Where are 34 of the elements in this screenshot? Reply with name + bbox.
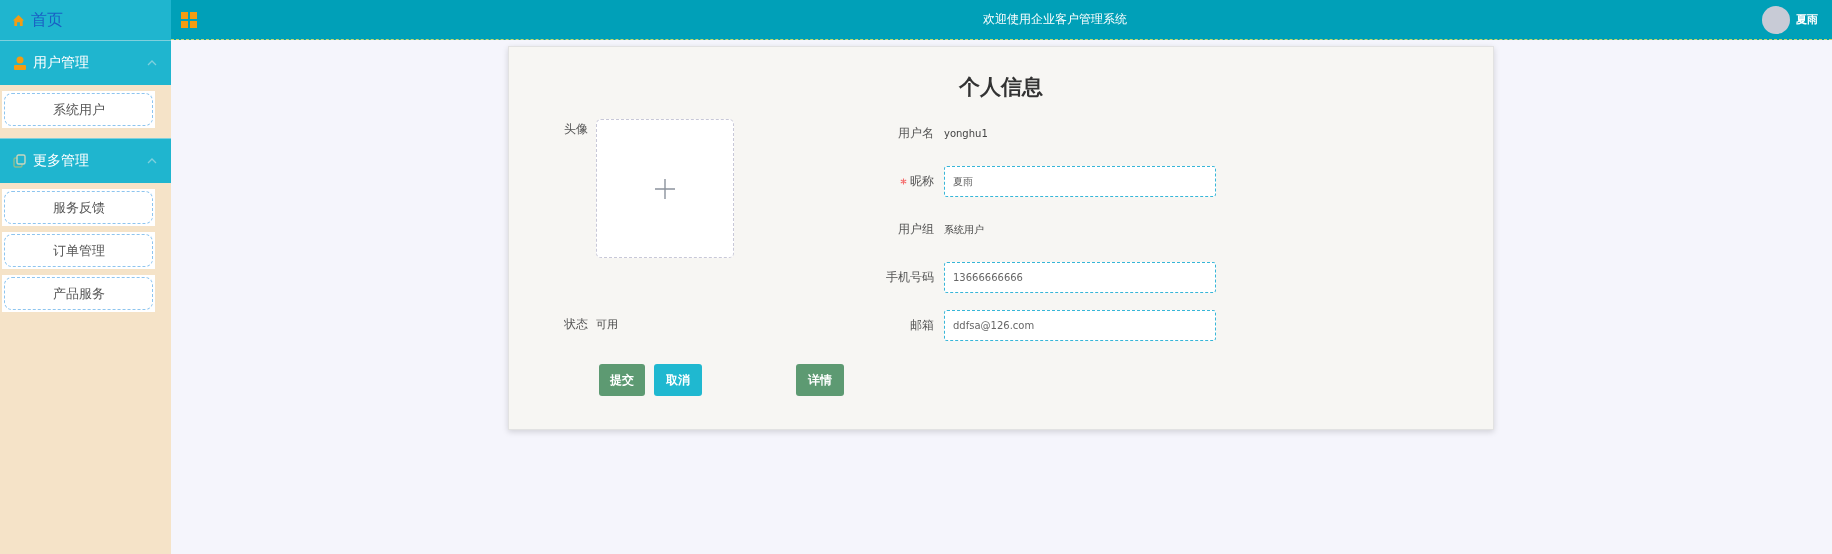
field-label: 手机号码: [886, 269, 934, 286]
field-label: 头像: [564, 121, 588, 138]
plus-icon: [655, 178, 675, 199]
grid-menu-icon: [181, 11, 197, 28]
menu-item[interactable]: 系统用户: [4, 93, 153, 126]
required-icon: [900, 178, 907, 185]
field-value: yonghu1: [944, 128, 988, 139]
field-label: 用户组: [898, 221, 934, 238]
user-name: 夏雨: [1796, 12, 1818, 27]
menu-item[interactable]: 产品服务: [4, 277, 153, 310]
avatar-icon: [1762, 5, 1790, 34]
chevron-icon: [147, 157, 157, 165]
menu-item[interactable]: 订单管理: [4, 234, 153, 267]
chevron-icon: [147, 59, 157, 67]
field-label: 邮箱: [910, 317, 934, 334]
field-value: 可用: [596, 317, 618, 332]
field-value: 系统用户: [944, 222, 984, 237]
copy-icon: [13, 154, 27, 168]
detail-button[interactable]: 详情: [796, 364, 844, 396]
input-field[interactable]: 13666666666: [944, 262, 1216, 293]
menu-item[interactable]: 服务反馈: [4, 191, 153, 224]
submit-button[interactable]: 提交: [599, 364, 646, 396]
field-label: 昵称: [910, 173, 934, 190]
field-label: 状态: [564, 316, 588, 333]
page-title: 个人信息: [958, 74, 1044, 101]
avatar-upload-box[interactable]: [596, 119, 734, 258]
field-label: 用户名: [898, 125, 934, 142]
input-field[interactable]: 夏雨: [944, 166, 1216, 197]
person-icon: [13, 56, 27, 70]
home-icon: [12, 13, 25, 27]
menu-group-title: 用户管理: [33, 54, 90, 72]
app-title: 欢迎使用企业客户管理系统: [981, 11, 1128, 28]
menu-group-title: 更多管理: [33, 152, 90, 170]
input-field[interactable]: ddfsa@126.com: [944, 310, 1216, 341]
